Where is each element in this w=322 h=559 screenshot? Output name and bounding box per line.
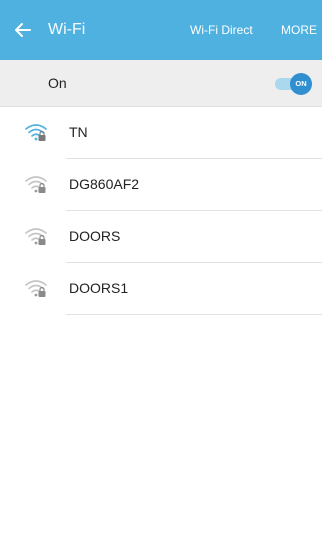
network-row-doors1[interactable]: DOORS1 [0,263,322,315]
network-name: DOORS [69,228,121,244]
wifi-lock-icon [25,176,47,193]
network-name: DG860AF2 [69,176,140,192]
wifi-toggle[interactable]: ON [275,73,312,95]
wifi-lock-icon [25,280,47,297]
app-bar: Wi-Fi Wi-Fi Direct MORE [0,0,322,60]
page-title: Wi-Fi [48,21,86,38]
arrow-left-icon[interactable] [12,19,34,41]
wifi-lock-icon [25,228,47,245]
divider [66,314,322,315]
more-button[interactable]: MORE [281,22,317,38]
wifi-lock-icon [25,124,47,141]
wifi-switch-label: On [48,75,67,91]
network-row-dg860af2[interactable]: DG860AF2 [0,159,322,211]
wifi-direct-button[interactable]: Wi-Fi Direct [190,22,253,38]
network-name: TN [69,124,88,140]
wifi-switch-bar[interactable]: On ON [0,60,322,107]
network-row-tn[interactable]: TN [0,107,322,159]
toggle-knob: ON [290,73,312,95]
network-list: TN DG860AF2 DOORS DOORS1 [0,107,322,315]
network-row-doors[interactable]: DOORS [0,211,322,263]
network-name: DOORS1 [69,280,129,296]
